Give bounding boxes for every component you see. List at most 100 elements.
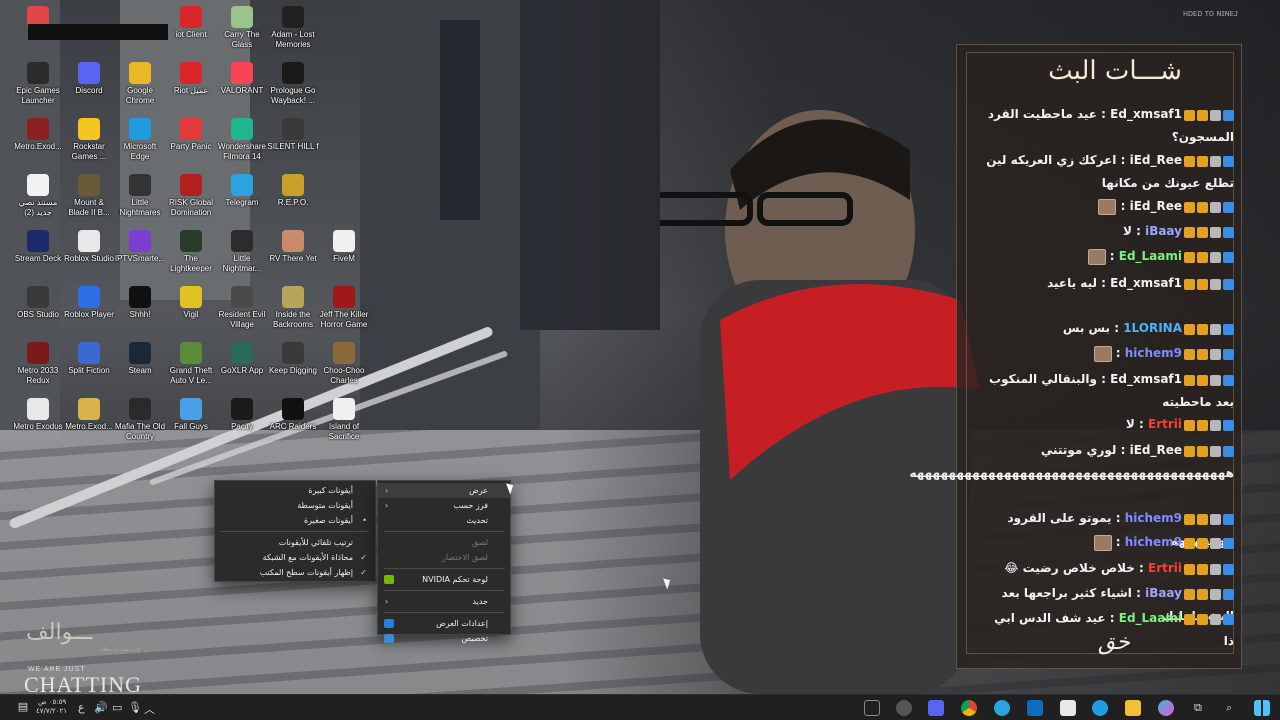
submenu-item[interactable]: محاذاة الأيقونات مع الشبكة ✓ xyxy=(215,550,375,565)
desktop-shortcut[interactable]: Rockstar Games ... xyxy=(63,118,115,162)
edge-icon[interactable] xyxy=(1092,700,1108,716)
desktop-shortcut[interactable]: Vigil xyxy=(165,286,217,320)
chat-username[interactable]: hichem9 xyxy=(1125,346,1182,360)
chat-username[interactable]: Ed_Laami xyxy=(1119,249,1182,263)
context-menu-item[interactable]: لوحة تحكم NVIDIA xyxy=(378,572,510,587)
desktop-shortcut[interactable]: Keep Digging xyxy=(267,342,319,376)
desktop-shortcut[interactable]: Little Nightmares xyxy=(114,174,166,218)
desktop-shortcut[interactable]: Roblox Player xyxy=(63,286,115,320)
clock-time[interactable]: ٠٥:٥٩ ص xyxy=(38,698,66,707)
submenu-item[interactable]: إظهار أيقونات سطح المكتب ✓ xyxy=(215,565,375,580)
chat-username[interactable]: iEd_Ree xyxy=(1130,199,1182,213)
desktop-shortcut[interactable]: مستند نصي جديد (2) xyxy=(12,174,64,218)
badge-icon xyxy=(1197,419,1208,431)
desktop-shortcut[interactable]: Jeff The Killer Horror Game xyxy=(318,286,370,330)
desktop-shortcut[interactable]: Inside the Backrooms xyxy=(267,286,319,330)
chrome-icon[interactable] xyxy=(961,700,977,716)
chat-username[interactable]: hichem9 xyxy=(1125,535,1182,549)
desktop-shortcut[interactable]: Shhh! xyxy=(114,286,166,320)
task-view-icon[interactable]: ⧉ xyxy=(1194,701,1202,715)
chat-username[interactable]: Ertrii xyxy=(1148,561,1182,575)
submenu-item[interactable]: أيقونات صغيرة • xyxy=(215,513,375,528)
chat-username[interactable]: iBaay xyxy=(1145,224,1182,238)
desktop-shortcut[interactable]: R.E.P.O. xyxy=(267,174,319,208)
desktop-shortcut[interactable]: Prologue Go Wayback! ... xyxy=(267,62,319,106)
context-menu-item[interactable]: إعدادات العرض xyxy=(378,616,510,631)
context-menu-item[interactable]: جديد ‹ xyxy=(378,594,510,609)
desktop-shortcut[interactable]: RISK Global Domination xyxy=(165,174,217,218)
microphone-icon[interactable]: 🎙 xyxy=(128,701,142,714)
outlook-icon[interactable] xyxy=(1027,700,1043,716)
desktop-shortcut[interactable]: Pacify xyxy=(216,398,268,432)
desktop-shortcut[interactable]: Stream Deck xyxy=(12,230,64,264)
context-menu-item[interactable]: تحديث xyxy=(378,513,510,528)
desktop-shortcut[interactable]: Google Chrome xyxy=(114,62,166,106)
desktop-shortcut[interactable]: Little Nightmar... xyxy=(216,230,268,274)
desktop-shortcut[interactable]: Wondershare Filmora 14 xyxy=(216,118,268,162)
desktop-shortcut[interactable]: Island of Sacrifice xyxy=(318,398,370,442)
desktop-shortcut[interactable]: Epic Games Launcher xyxy=(12,62,64,106)
desktop-shortcut[interactable]: Carry The Glass xyxy=(216,6,268,50)
desktop-shortcut[interactable]: Steam xyxy=(114,342,166,376)
desktop-shortcut[interactable]: Discord xyxy=(63,62,115,96)
start-button-icon[interactable] xyxy=(1254,700,1270,716)
xbox-icon[interactable] xyxy=(864,700,880,716)
volume-icon[interactable]: 🔊 xyxy=(94,701,108,714)
desktop-shortcut[interactable]: Fall Guys xyxy=(165,398,217,432)
file-explorer-icon[interactable] xyxy=(1125,700,1141,716)
submenu-item[interactable]: أيقونات متوسطة xyxy=(215,498,375,513)
desktop-shortcut[interactable]: Choo-Choo Charles xyxy=(318,342,370,386)
chat-username[interactable]: Ed_xmsaf1 xyxy=(1110,107,1182,121)
desktop-shortcut[interactable]: FiveM xyxy=(318,230,370,264)
desktop-shortcut[interactable]: Grand Theft Auto V Le... xyxy=(165,342,217,386)
desktop-shortcut[interactable]: RV There Yet xyxy=(267,230,319,264)
store-icon[interactable] xyxy=(1060,700,1076,716)
chat-username[interactable]: 1LORINA xyxy=(1123,321,1182,335)
desktop-shortcut[interactable]: GoXLR App xyxy=(216,342,268,376)
desktop-shortcut[interactable]: Riot عميل xyxy=(165,62,217,96)
context-menu-item[interactable]: فرز حسب ‹ xyxy=(378,498,510,513)
desktop-shortcut[interactable]: Microsoft Edge xyxy=(114,118,166,162)
chat-username[interactable]: Ed_Laami xyxy=(1119,611,1182,625)
chat-username[interactable]: Ed_xmsaf1 xyxy=(1110,276,1182,290)
chevron-up-icon[interactable]: ︿ xyxy=(144,701,155,717)
desktop-shortcut[interactable]: iot Client xyxy=(165,6,217,40)
desktop-shortcut[interactable]: Party Panic xyxy=(165,118,217,152)
desktop-shortcut[interactable]: Resident Evil Village xyxy=(216,286,268,330)
desktop-shortcut[interactable]: ARC Raiders xyxy=(267,398,319,432)
desktop-shortcut[interactable]: Mafia The Old Country xyxy=(114,398,166,442)
submenu-item[interactable]: أيقونات كبيرة xyxy=(215,483,375,498)
notification-icon[interactable]: ▤ xyxy=(15,700,31,716)
desktop-shortcut[interactable]: IPTVSmarte... xyxy=(114,230,166,264)
chat-username[interactable]: Ertrii xyxy=(1148,417,1182,431)
network-icon[interactable]: ▭ xyxy=(112,701,122,714)
clock-date[interactable]: ٤٧/٧/٢٠٢١ xyxy=(36,707,67,716)
desktop-shortcut[interactable]: Metro.Exod... xyxy=(63,398,115,432)
desktop-shortcut[interactable]: SILENT HILL f xyxy=(267,118,319,152)
desktop-shortcut[interactable]: The Lightkeeper xyxy=(165,230,217,274)
desktop-shortcut[interactable]: Telegram xyxy=(216,174,268,208)
chat-username[interactable]: iEd_Ree xyxy=(1130,443,1182,457)
desktop-shortcut[interactable]: Metro 2033 Redux xyxy=(12,342,64,386)
desktop-shortcut[interactable]: Split Fiction xyxy=(63,342,115,376)
copilot-icon[interactable] xyxy=(1158,700,1174,716)
search-icon[interactable]: ⌕ xyxy=(1226,701,1232,715)
telegram-icon[interactable] xyxy=(994,700,1010,716)
desktop-shortcut[interactable]: VALORANT xyxy=(216,62,268,96)
obs-icon[interactable] xyxy=(896,700,912,716)
desktop-shortcut[interactable]: Roblox Studio xyxy=(63,230,115,264)
desktop-shortcut[interactable]: Metro Exodus xyxy=(12,398,64,432)
chat-username[interactable]: hichem9 xyxy=(1125,511,1182,525)
context-menu-item[interactable]: تخصيص xyxy=(378,631,510,646)
context-menu-item[interactable]: عرض ‹ xyxy=(378,483,510,498)
chat-username[interactable]: iBaay xyxy=(1145,586,1182,600)
discord-icon[interactable] xyxy=(928,700,944,716)
chat-username[interactable]: iEd_Ree xyxy=(1130,153,1182,167)
desktop-shortcut[interactable]: Mount & Blade II B... xyxy=(63,174,115,218)
language-indicator[interactable]: ع xyxy=(78,701,85,714)
submenu-item[interactable]: ترتيب تلقائي للأيقونات xyxy=(215,535,375,550)
desktop-shortcut[interactable]: OBS Studio xyxy=(12,286,64,320)
chat-username[interactable]: Ed_xmsaf1 xyxy=(1110,372,1182,386)
desktop-shortcut[interactable]: Adam - Lost Memories xyxy=(267,6,319,50)
desktop-shortcut[interactable]: Metro.Exod... xyxy=(12,118,64,152)
